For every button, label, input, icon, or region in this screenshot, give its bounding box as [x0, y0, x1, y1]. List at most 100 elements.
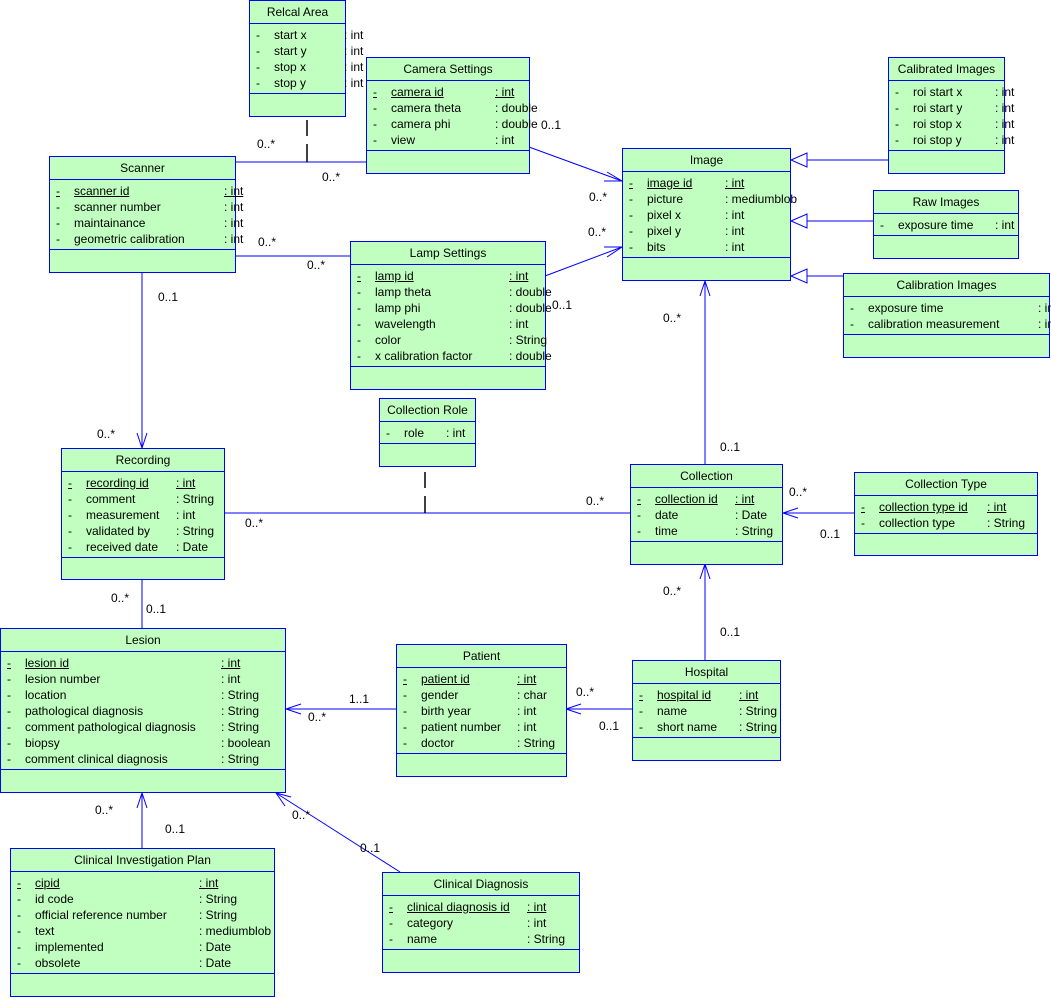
attribute-type: : int [995, 218, 1015, 232]
visibility-marker: - [639, 720, 643, 734]
attribute-type: : String [739, 720, 778, 734]
mult-label: 0..* [663, 311, 682, 325]
visibility-marker: - [256, 28, 260, 42]
visibility-marker: - [639, 688, 643, 702]
attribute-name: implemented [35, 940, 104, 954]
visibility-marker: - [373, 117, 377, 131]
mult-label: 0..* [258, 235, 277, 249]
attribute-name: geometric calibration [74, 232, 185, 246]
class-relcal-area[interactable]: Relcal Area - start x: int - start y: int - st… [249, 0, 363, 117]
attribute-row: - biopsy: boolean [1, 735, 285, 751]
primary-key-attribute: - patient id: int [397, 671, 566, 687]
primary-key-attribute: - image id: int [623, 175, 790, 191]
attribute-row: - collection type: String [855, 515, 1037, 531]
class-calibration-images[interactable]: Calibration Images-exposure time: int-ca… [843, 273, 1051, 358]
attribute-type: : int [725, 224, 745, 238]
class-name: Relcal Area [250, 1, 345, 24]
visibility-marker: - [403, 672, 407, 686]
class-name: Calibration Images [844, 274, 1049, 297]
attribute-type: : int [344, 76, 364, 90]
primary-key-attribute: - hospital id: int [633, 687, 780, 703]
visibility-marker: - [389, 916, 393, 930]
visibility-marker: - [7, 704, 11, 718]
operation-compartment [62, 558, 224, 580]
attribute-type: : int [176, 476, 196, 490]
attribute-name: name [407, 932, 438, 946]
attribute-type: : int [1038, 301, 1051, 315]
class-hospital[interactable]: Hospital - hospital id: int - name: String - s… [632, 660, 781, 761]
attribute-type: : int [224, 200, 244, 214]
assoc-lamp-image [544, 246, 623, 277]
mult-label: 0..* [322, 170, 341, 184]
class-recording[interactable]: Recording - recording id: int - comment: Str… [61, 448, 225, 580]
attribute-name: pixel y [647, 224, 682, 238]
attribute-type: : String [176, 524, 215, 538]
class-name: Scanner [50, 157, 235, 180]
attribute-type: : String [509, 333, 548, 347]
visibility-marker: - [68, 476, 72, 490]
attribute-name: exposure time [868, 301, 944, 315]
attribute-name: validated by [86, 524, 151, 538]
attribute-type: : int [344, 44, 364, 58]
attribute-type: : boolean [221, 736, 271, 750]
attribute-name: color [375, 333, 402, 347]
visibility-marker: - [639, 704, 643, 718]
attribute-name: lamp id [375, 269, 414, 283]
class-raw-images[interactable]: Raw Images - exposure time: int [873, 190, 1019, 259]
attribute-row: - lamp theta: double [351, 284, 552, 300]
attribute-row: - birth year: int [397, 703, 566, 719]
attribute-type: : Date [176, 540, 209, 554]
visibility-marker: - [7, 672, 11, 686]
class-clinical-investigation-plan[interactable]: Clinical Investigation Plan - cipid: int - i… [10, 848, 275, 997]
attribute-name: stop y [274, 76, 307, 90]
class-collection-type[interactable]: Collection Type - collection type id: int -… [854, 472, 1038, 556]
attribute-row: - scanner number: int [50, 199, 243, 215]
attribute-row: - date: Date [631, 507, 782, 523]
class-clinical-diagnosis[interactable]: Clinical Diagnosis - clinical diagnosis id… [382, 872, 580, 973]
attribute-type: : int [517, 672, 537, 686]
attribute-name: biopsy [25, 736, 60, 750]
visibility-marker: - [403, 720, 407, 734]
attribute-name: picture [647, 192, 684, 206]
class-name: Lesion [1, 629, 285, 652]
class-collection[interactable]: Collection - collection id: int - date: Date… [630, 464, 783, 565]
attribute-name: cipid [35, 876, 60, 890]
class-name: Image [623, 149, 790, 172]
class-patient[interactable]: Patient - patient id: int - gender: char - bir… [396, 644, 567, 777]
visibility-marker: - [256, 44, 260, 58]
visibility-marker: - [68, 492, 72, 506]
class-image[interactable]: Image - image id: int - picture: mediumblob -… [622, 148, 797, 281]
attribute-type: : Date [735, 508, 768, 522]
class-lesion[interactable]: Lesion - lesion id: int - lesion number: int… [0, 628, 286, 793]
class-collection-role[interactable]: Collection Role - role: int [379, 398, 476, 467]
attribute-row: - id code: String [11, 891, 274, 907]
mult-label: 0..* [576, 685, 595, 699]
attribute-type: : double [509, 285, 552, 299]
mult-label: 0..* [789, 485, 808, 499]
class-scanner[interactable]: Scanner - scanner id: int - scanner number: … [49, 156, 243, 273]
attribute-name: roi start y [913, 101, 963, 115]
attribute-name: time [655, 524, 678, 538]
attribute-name: measurement [86, 508, 160, 522]
gen-triangle-calibration [789, 268, 808, 284]
class-name: Raw Images [874, 191, 1018, 214]
attribute-type: : String [987, 516, 1026, 530]
mult-label: 0..* [95, 803, 114, 817]
attribute-name: start x [274, 28, 307, 42]
attribute-type: : Date [199, 940, 232, 954]
attribute-type: : double [495, 117, 538, 131]
attribute-name: hospital id [657, 688, 712, 702]
attribute-row: - implemented: Date [11, 939, 274, 955]
visibility-marker: - [17, 908, 21, 922]
attribute-name: gender [421, 688, 459, 702]
visibility-marker: - [56, 216, 60, 230]
attribute-row: - gender: char [397, 687, 566, 703]
class-lamp-settings[interactable]: Lamp Settings - lamp id: int - lamp theta: d… [350, 241, 552, 390]
primary-key-attribute: - collection id: int [631, 491, 782, 507]
class-calibrated-images[interactable]: Calibrated Images - roi start x: int - roi s… [888, 57, 1014, 174]
visibility-marker: - [357, 285, 361, 299]
class-camera-settings[interactable]: Camera Settings - camera id: int - camera th… [366, 57, 538, 174]
visibility-marker: - [357, 349, 361, 363]
gen-triangle-raw [789, 213, 808, 229]
attribute-name: comment pathological diagnosis [25, 720, 196, 734]
